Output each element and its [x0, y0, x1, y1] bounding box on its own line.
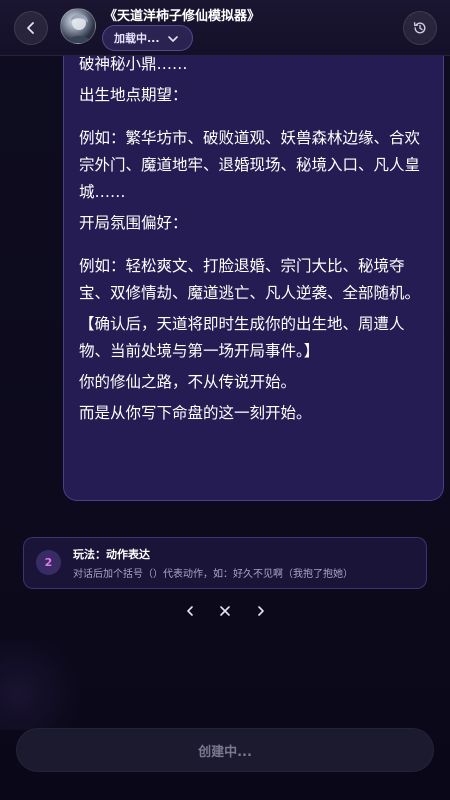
message-line: 你的修仙之路，不从传说开始。	[79, 373, 297, 391]
history-button[interactable]	[403, 11, 437, 45]
tip-pager	[0, 600, 450, 622]
previous-tip-button[interactable]	[179, 600, 201, 622]
create-button[interactable]: 创建中...	[16, 728, 434, 772]
top-bar: 《天道洋柿子修仙模拟器》 加载中...	[0, 0, 450, 56]
history-icon	[413, 22, 426, 34]
message-line: 开局氛围偏好：	[79, 214, 188, 232]
avatar[interactable]	[60, 8, 96, 44]
message-line: 出生地点期望：	[79, 86, 188, 104]
back-button[interactable]	[14, 11, 48, 45]
chevron-left-icon	[27, 22, 34, 34]
close-tip-button[interactable]	[214, 600, 236, 622]
page-title: 《天道洋柿子修仙模拟器》	[104, 9, 261, 24]
next-tip-button[interactable]	[250, 600, 272, 622]
message-line: 而是从你写下命盘的这一刻开始。	[79, 404, 312, 422]
avatar-image	[65, 14, 93, 43]
message-bubble: 破神秘小鼎…… 出生地点期望： 例如：繁华坊市、破败道观、妖兽森林边缘、合欢宗外…	[63, 36, 444, 501]
message-spacer	[79, 113, 431, 125]
chevron-down-icon	[168, 36, 178, 42]
message-line: 例如：繁华坊市、破败道观、妖兽森林边缘、合欢宗外门、魔道地牢、退婚现场、秘境入口…	[79, 129, 421, 201]
close-icon	[220, 606, 230, 616]
tip-description: 对话后加个括号（）代表动作，如：好久不见啊（我抱了抱她）	[73, 569, 353, 580]
status-dropdown[interactable]: 加载中...	[102, 25, 193, 51]
tip-number-badge: 2	[36, 550, 61, 575]
message-line: 【确认后，天道将即时生成你的出生地、周遭人物、当前处境与第一场开局事件。】	[79, 315, 405, 360]
status-label: 加载中...	[114, 32, 160, 45]
chevron-left-icon	[187, 606, 193, 616]
tip-title: 玩法：动作表达	[73, 548, 150, 561]
message-line: 例如：轻松爽文、打脸退婚、宗门大比、秘境夺宝、双修情劫、魔道逃亡、凡人逆袭、全部…	[79, 257, 421, 302]
background-glow	[0, 640, 90, 730]
tip-card: 2 玩法：动作表达 对话后加个括号（）代表动作，如：好久不见啊（我抱了抱她）	[23, 537, 427, 589]
message-spacer	[79, 241, 431, 253]
chevron-right-icon	[258, 606, 264, 616]
